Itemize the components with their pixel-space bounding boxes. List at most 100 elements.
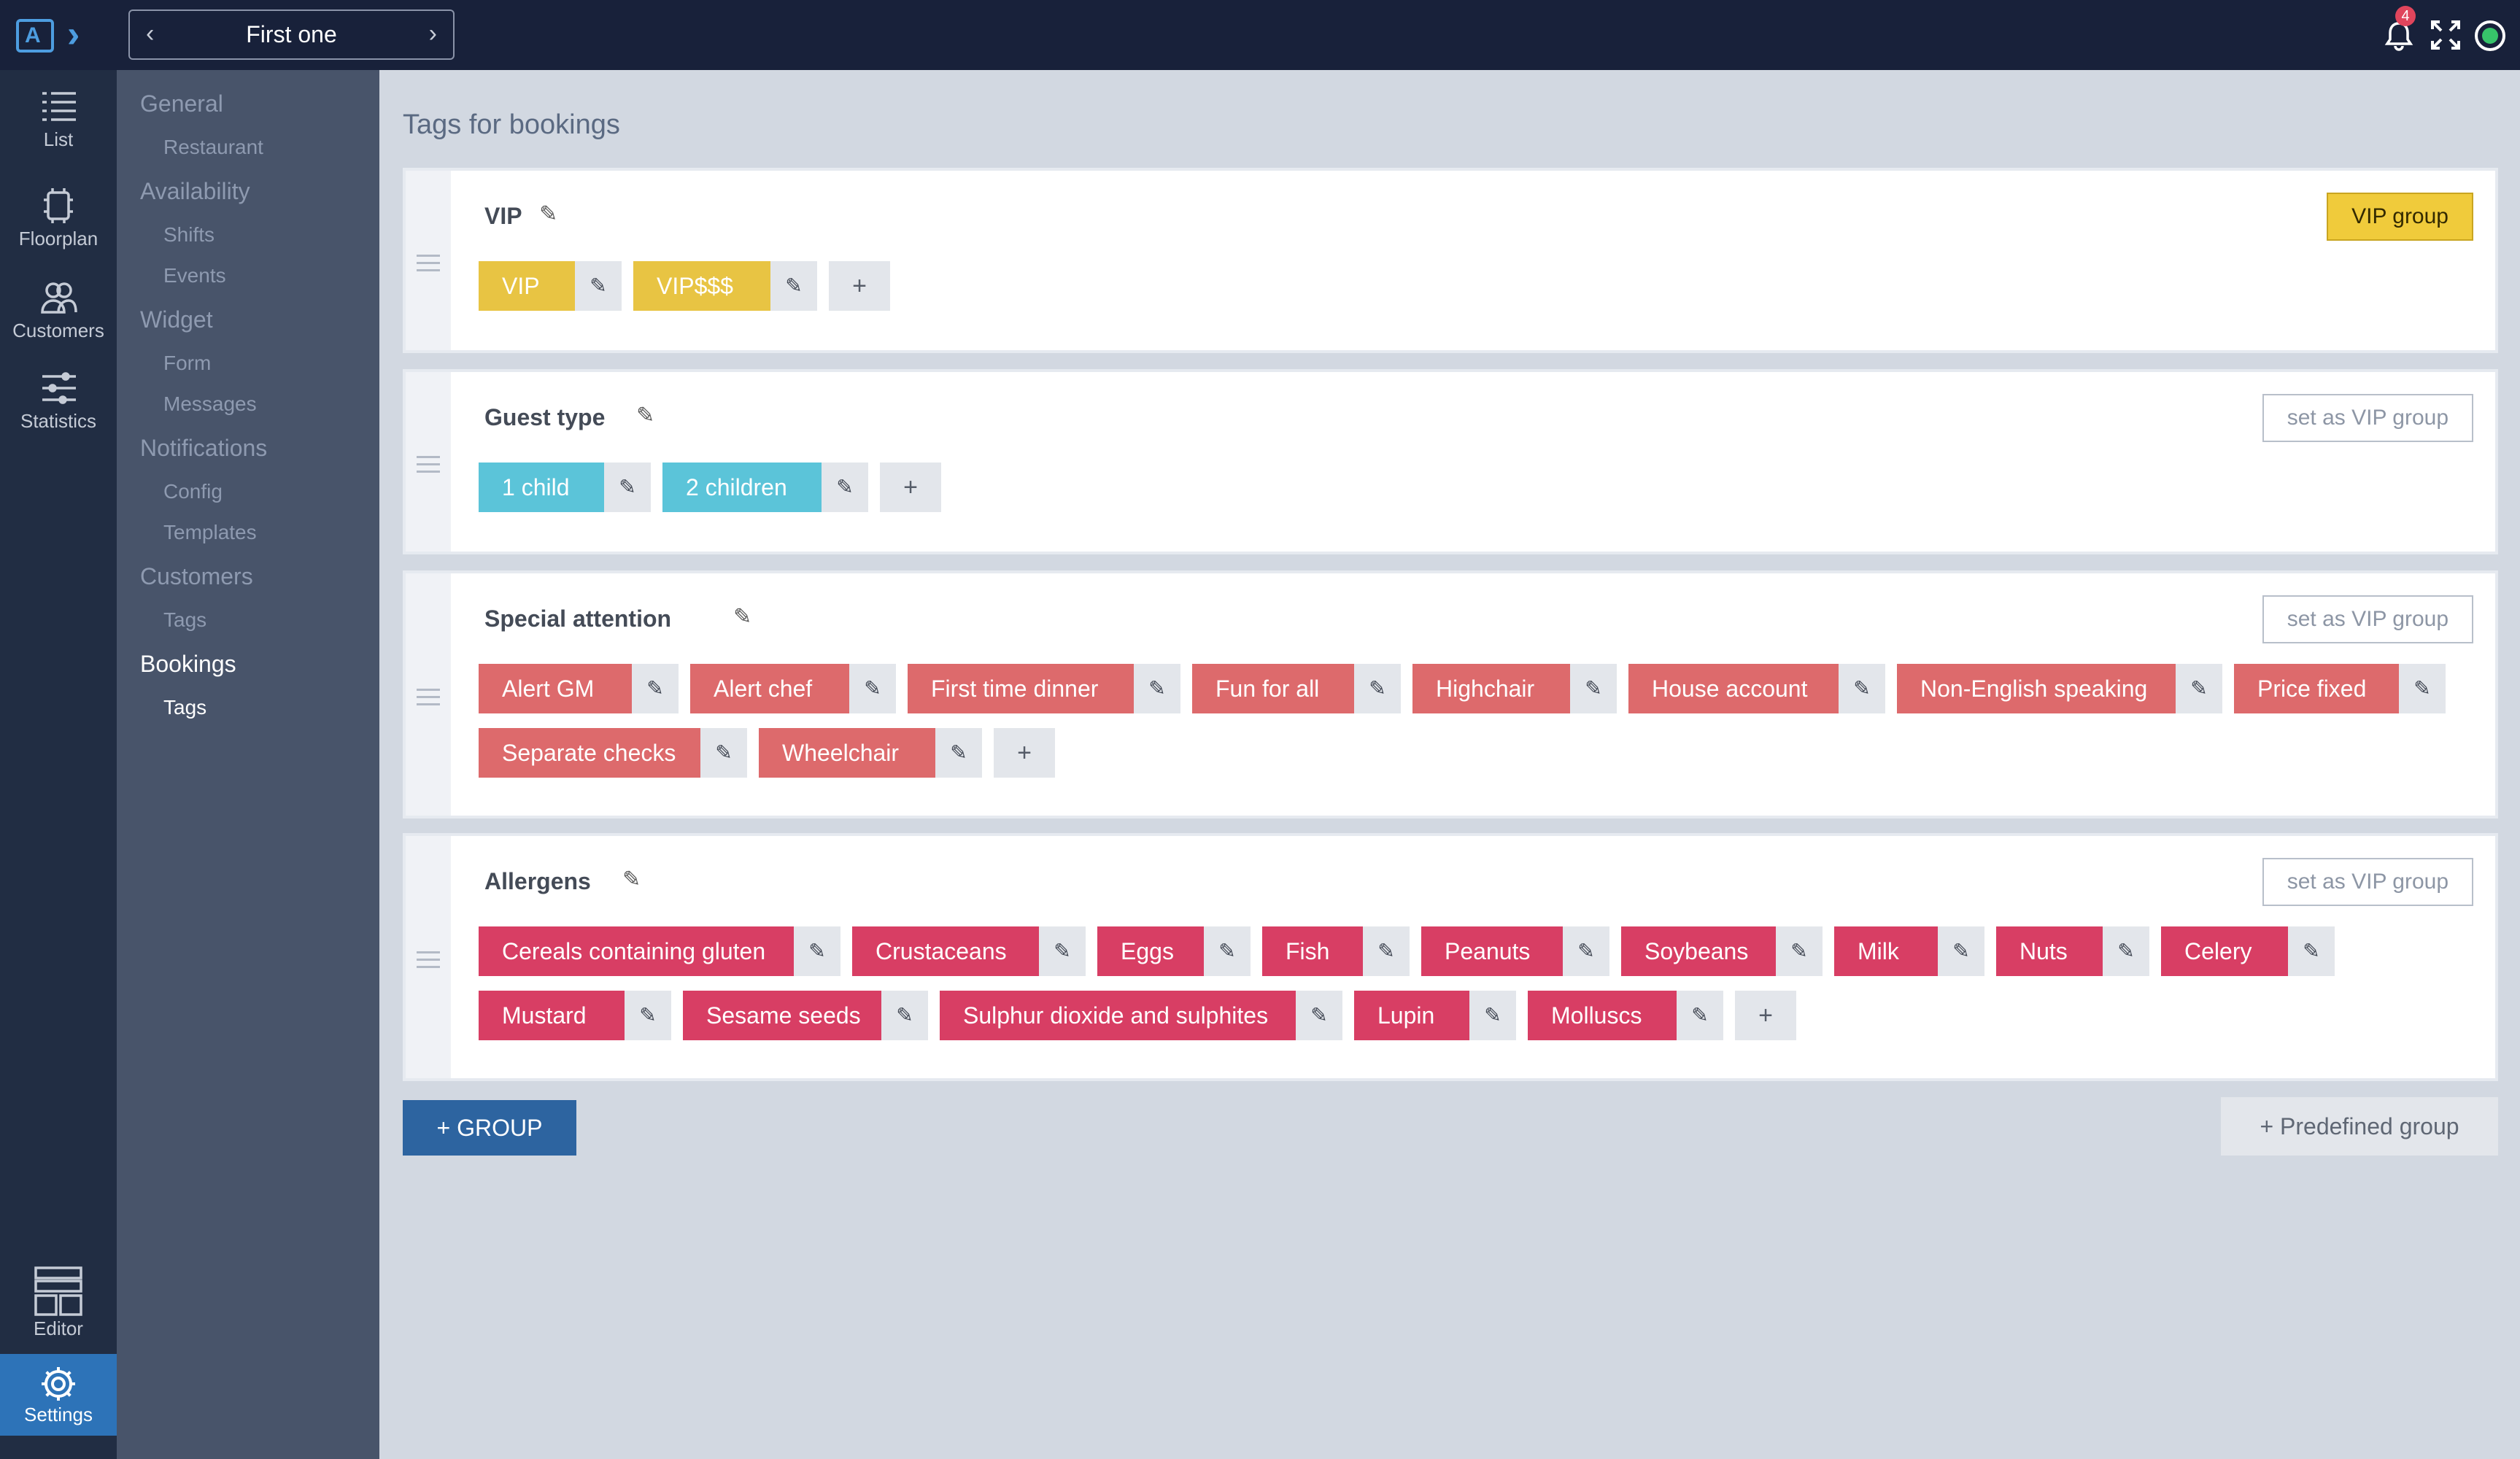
edit-group-pencil-icon[interactable]: ✎ <box>636 403 654 428</box>
nav-item-templates[interactable]: Templates <box>163 521 257 544</box>
online-status-icon[interactable] <box>2475 20 2505 51</box>
tag-chip[interactable]: Fish ✎ <box>1262 926 1410 976</box>
edit-tag-pencil-icon[interactable]: ✎ <box>1039 926 1086 976</box>
add-tag-button[interactable]: + <box>880 463 941 512</box>
nav-item-restaurant[interactable]: Restaurant <box>163 136 263 159</box>
edit-tag-pencil-icon[interactable]: ✎ <box>1296 991 1342 1040</box>
nav-item-events[interactable]: Events <box>163 264 226 287</box>
tag-chip[interactable]: Separate checks ✎ <box>479 728 747 778</box>
nav-section-general[interactable]: General <box>140 90 223 117</box>
tag-chip[interactable]: First time dinner ✎ <box>908 664 1180 713</box>
tag-chip[interactable]: Cereals containing gluten ✎ <box>479 926 840 976</box>
edit-tag-pencil-icon[interactable]: ✎ <box>822 463 868 512</box>
tag-label[interactable]: Fish <box>1262 926 1363 976</box>
nav-section-notifications[interactable]: Notifications <box>140 435 267 462</box>
edit-tag-pencil-icon[interactable]: ✎ <box>1363 926 1410 976</box>
tag-label[interactable]: Peanuts <box>1421 926 1563 976</box>
add-predefined-group-button[interactable]: + Predefined group <box>2221 1097 2498 1156</box>
edit-tag-pencil-icon[interactable]: ✎ <box>2399 664 2446 713</box>
tag-label[interactable]: Lupin <box>1354 991 1469 1040</box>
tag-label[interactable]: 1 child <box>479 463 604 512</box>
tag-chip[interactable]: Mustard ✎ <box>479 991 671 1040</box>
edit-tag-pencil-icon[interactable]: ✎ <box>881 991 928 1040</box>
add-tag-button[interactable]: + <box>829 261 890 311</box>
tag-label[interactable]: Highchair <box>1412 664 1570 713</box>
tag-chip[interactable]: Sesame seeds ✎ <box>683 991 928 1040</box>
tag-chip[interactable]: 2 children ✎ <box>662 463 868 512</box>
tag-chip[interactable]: House account ✎ <box>1628 664 1885 713</box>
tag-chip[interactable]: Eggs ✎ <box>1097 926 1251 976</box>
set-vip-group-button[interactable]: set as VIP group <box>2262 858 2473 906</box>
tag-label[interactable]: Separate checks <box>479 728 700 778</box>
edit-tag-pencil-icon[interactable]: ✎ <box>794 926 840 976</box>
edit-group-pencil-icon[interactable]: ✎ <box>622 867 641 892</box>
nav-section-bookings[interactable]: Bookings <box>140 651 236 678</box>
tag-label[interactable]: Wheelchair <box>759 728 935 778</box>
edit-tag-pencil-icon[interactable]: ✎ <box>604 463 651 512</box>
nav-item-booking-tags[interactable]: Tags <box>163 696 206 719</box>
tag-chip[interactable]: Lupin ✎ <box>1354 991 1516 1040</box>
tag-chip[interactable]: Crustaceans ✎ <box>852 926 1086 976</box>
edit-tag-pencil-icon[interactable]: ✎ <box>1354 664 1401 713</box>
tag-chip[interactable]: Peanuts ✎ <box>1421 926 1609 976</box>
tag-label[interactable]: Alert chef <box>690 664 849 713</box>
app-logo[interactable]: A <box>16 19 54 53</box>
nav-section-availability[interactable]: Availability <box>140 178 250 205</box>
edit-group-pencil-icon[interactable]: ✎ <box>539 201 557 227</box>
add-tag-button[interactable]: + <box>1735 991 1796 1040</box>
edit-tag-pencil-icon[interactable]: ✎ <box>2103 926 2149 976</box>
edit-tag-pencil-icon[interactable]: ✎ <box>1204 926 1251 976</box>
vip-group-button[interactable]: VIP group <box>2327 193 2473 241</box>
tag-label[interactable]: Celery <box>2161 926 2288 976</box>
rail-item-customers[interactable]: Customers <box>0 279 117 360</box>
edit-group-pencil-icon[interactable]: ✎ <box>733 604 751 630</box>
rail-item-floorplan[interactable]: Floorplan <box>0 184 117 266</box>
tag-label[interactable]: Fun for all <box>1192 664 1354 713</box>
edit-tag-pencil-icon[interactable]: ✎ <box>575 261 622 311</box>
edit-tag-pencil-icon[interactable]: ✎ <box>625 991 671 1040</box>
drag-handle-icon[interactable] <box>406 372 451 552</box>
tag-chip[interactable]: Soybeans ✎ <box>1621 926 1823 976</box>
tag-label[interactable]: Price fixed <box>2234 664 2399 713</box>
tag-label[interactable]: Mustard <box>479 991 625 1040</box>
nav-item-messages[interactable]: Messages <box>163 392 257 416</box>
edit-tag-pencil-icon[interactable]: ✎ <box>2176 664 2222 713</box>
tag-label[interactable]: Alert GM <box>479 664 632 713</box>
nav-item-config[interactable]: Config <box>163 480 223 503</box>
tag-label[interactable]: Non-English speaking <box>1897 664 2176 713</box>
tag-label[interactable]: Eggs <box>1097 926 1204 976</box>
nav-item-customer-tags[interactable]: Tags <box>163 608 206 632</box>
edit-tag-pencil-icon[interactable]: ✎ <box>2288 926 2335 976</box>
edit-tag-pencil-icon[interactable]: ✎ <box>1776 926 1823 976</box>
tag-label[interactable]: Sesame seeds <box>683 991 881 1040</box>
edit-tag-pencil-icon[interactable]: ✎ <box>770 261 817 311</box>
nav-section-customers[interactable]: Customers <box>140 563 253 590</box>
rail-item-settings[interactable]: Settings <box>0 1354 117 1436</box>
tag-chip[interactable]: Milk ✎ <box>1834 926 1984 976</box>
tag-label[interactable]: Molluscs <box>1528 991 1677 1040</box>
tag-chip[interactable]: Non-English speaking ✎ <box>1897 664 2222 713</box>
next-arrow-icon[interactable]: › <box>429 11 437 56</box>
edit-tag-pencil-icon[interactable]: ✎ <box>1469 991 1516 1040</box>
tag-chip[interactable]: Price fixed ✎ <box>2234 664 2446 713</box>
tag-label[interactable]: House account <box>1628 664 1839 713</box>
tag-label[interactable]: Nuts <box>1996 926 2103 976</box>
drag-handle-icon[interactable] <box>406 836 451 1078</box>
edit-tag-pencil-icon[interactable]: ✎ <box>1563 926 1609 976</box>
tag-label[interactable]: Sulphur dioxide and sulphites <box>940 991 1296 1040</box>
tag-label[interactable]: 2 children <box>662 463 822 512</box>
rail-item-statistics[interactable]: Statistics <box>0 366 117 448</box>
tag-chip[interactable]: Highchair ✎ <box>1412 664 1617 713</box>
tag-chip[interactable]: VIP ✎ <box>479 261 622 311</box>
tag-chip[interactable]: Alert GM ✎ <box>479 664 679 713</box>
tag-label[interactable]: VIP$$$ <box>633 261 770 311</box>
edit-tag-pencil-icon[interactable]: ✎ <box>1677 991 1723 1040</box>
edit-tag-pencil-icon[interactable]: ✎ <box>1839 664 1885 713</box>
add-group-button[interactable]: + GROUP <box>403 1100 576 1156</box>
rail-item-list[interactable]: List <box>0 85 117 166</box>
tag-chip[interactable]: 1 child ✎ <box>479 463 651 512</box>
expand-menu-chevron-icon[interactable]: › <box>67 10 80 58</box>
tag-chip[interactable]: VIP$$$ ✎ <box>633 261 817 311</box>
tag-label[interactable]: Cereals containing gluten <box>479 926 794 976</box>
tag-chip[interactable]: Molluscs ✎ <box>1528 991 1723 1040</box>
